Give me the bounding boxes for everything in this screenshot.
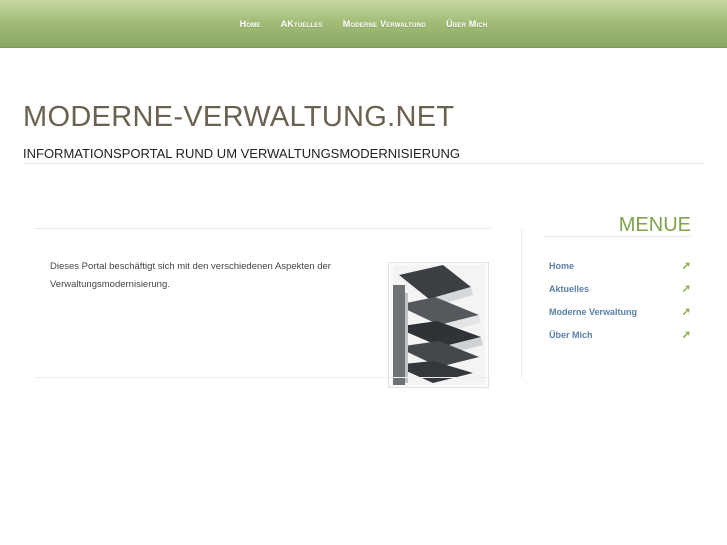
topnav-moderne-verwaltung-link[interactable]: Moderne Verwaltung	[333, 18, 436, 30]
site-subtitle: INFORMATIONSPORTAL RUND UM VERWALTUNGSMO…	[23, 146, 460, 161]
topnav-aktuelles-link[interactable]: AKtuelles	[271, 18, 333, 30]
intro-text: Dieses Portal beschäftigt sich mit den v…	[50, 261, 331, 290]
sidebar-item-label[interactable]: Moderne Verwaltung	[549, 307, 637, 317]
topnav-ueber-mich-link[interactable]: Über Mich	[436, 18, 497, 30]
arrow-up-right-icon: ➚	[681, 306, 691, 318]
arrow-up-right-icon: ➚	[681, 260, 691, 272]
site-title: MODERNE-VERWALTUNG.NET	[23, 101, 455, 133]
sidebar-menu-title: MENUE	[618, 214, 691, 236]
sidebar-item-home[interactable]: Home ➚	[549, 254, 695, 277]
sidebar-item-ueber-mich[interactable]: Über Mich ➚	[549, 323, 695, 346]
header-divider	[23, 163, 704, 164]
sidebar-item-label[interactable]: Aktuelles	[549, 284, 589, 294]
sidebar-menu: Home ➚ Aktuelles ➚ Moderne Verwaltung ➚ …	[549, 254, 695, 346]
sidebar-item-label[interactable]: Home	[549, 261, 574, 271]
sidebar-title-rule	[544, 236, 691, 237]
sidebar-divider	[521, 228, 522, 378]
binders-photo	[388, 262, 489, 388]
topnav-home-link[interactable]: Home	[230, 18, 271, 30]
sidebar-item-aktuelles[interactable]: Aktuelles ➚	[549, 277, 695, 300]
binders-image-icon	[393, 265, 485, 385]
content-bottom-divider	[35, 377, 491, 378]
sidebar-item-moderne-verwaltung[interactable]: Moderne Verwaltung ➚	[549, 300, 695, 323]
arrow-up-right-icon: ➚	[681, 329, 691, 341]
arrow-up-right-icon: ➚	[681, 283, 691, 295]
top-navigation-bar: Home AKtuelles Moderne Verwaltung Über M…	[0, 0, 727, 48]
content-top-divider	[35, 228, 491, 229]
sidebar-item-label[interactable]: Über Mich	[549, 330, 593, 340]
top-navigation: Home AKtuelles Moderne Verwaltung Über M…	[0, 18, 727, 30]
